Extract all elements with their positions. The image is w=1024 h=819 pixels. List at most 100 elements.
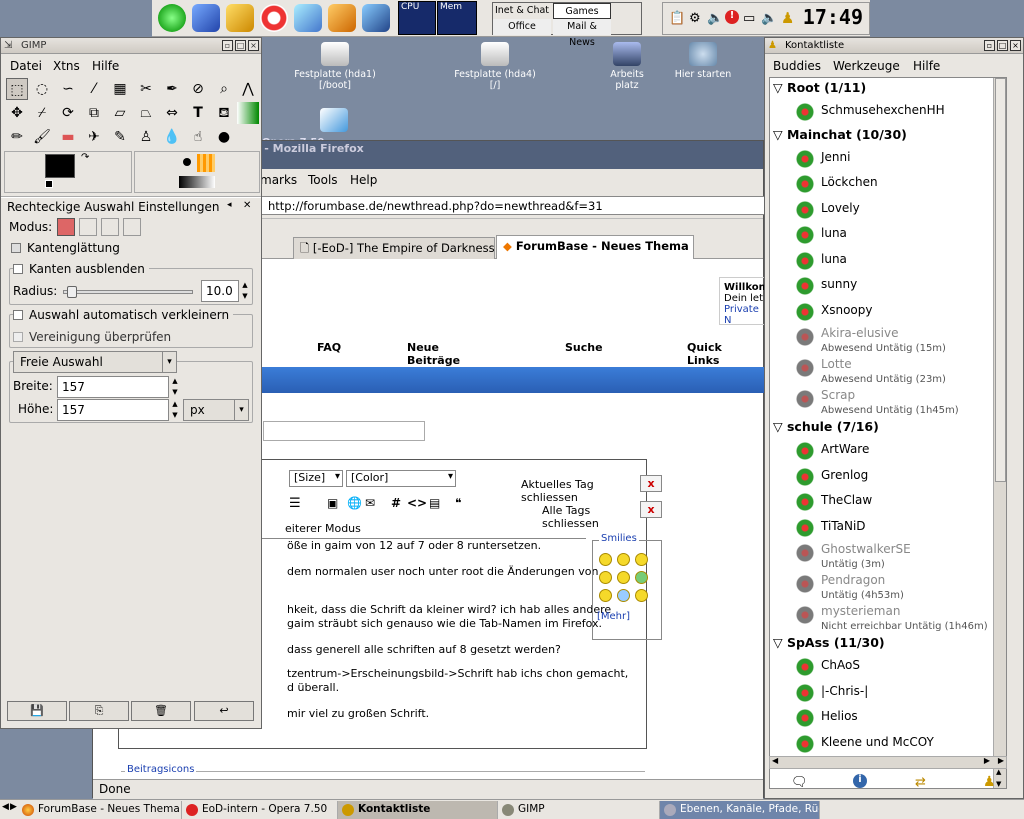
- wink-icon[interactable]: [599, 571, 612, 584]
- shear-icon[interactable]: ▱: [109, 102, 131, 124]
- office-icon[interactable]: [328, 4, 356, 32]
- surprised-icon[interactable]: [599, 589, 612, 602]
- restore-options-button[interactable]: ⎘: [69, 701, 129, 721]
- menu-tools[interactable]: Tools: [308, 173, 338, 187]
- blur-icon[interactable]: 💧: [161, 126, 183, 148]
- magic-wand-icon[interactable]: ⁄: [83, 78, 105, 100]
- paintbrush-icon[interactable]: 🖌: [31, 126, 53, 148]
- gimp-titlebar[interactable]: ⇲ GIMP ▫ □ ×: [1, 38, 261, 54]
- contacts-titlebar[interactable]: ♟ Kontaktliste ▫ □ ×: [765, 38, 1023, 54]
- height-input[interactable]: 157: [57, 399, 169, 421]
- sample-merged-checkbox[interactable]: Vereinigung überprüfen: [13, 330, 171, 344]
- scroll-right-icon[interactable]: ▶: [984, 756, 990, 765]
- scrollbar-thumb[interactable]: [995, 78, 1006, 482]
- maximize-button[interactable]: □: [997, 40, 1008, 51]
- eraser-icon[interactable]: ▬: [57, 126, 79, 148]
- text-icon[interactable]: T: [187, 102, 209, 124]
- flip-icon[interactable]: ⇔: [161, 102, 183, 124]
- lasso-icon[interactable]: ∽: [57, 78, 79, 100]
- dodge-burn-icon[interactable]: ●: [213, 126, 235, 148]
- pager-desk-office[interactable]: Office: [493, 19, 551, 35]
- chat-icon[interactable]: ⇄: [915, 775, 926, 790]
- pattern-icon[interactable]: [197, 154, 215, 172]
- color-picker-icon[interactable]: ⊘: [187, 78, 209, 100]
- save-options-button[interactable]: 💾: [7, 701, 67, 721]
- buddy-group[interactable]: ▽ schule (7/16): [773, 419, 879, 434]
- php-icon[interactable]: ▤: [429, 496, 440, 510]
- display-icon[interactable]: ▭: [743, 11, 755, 26]
- suse-menu-icon[interactable]: [158, 4, 186, 32]
- help-icon[interactable]: [260, 4, 288, 32]
- gaim-tray-icon[interactable]: ♟: [781, 9, 794, 27]
- home-icon[interactable]: [192, 4, 220, 32]
- maximize-button[interactable]: □: [235, 40, 246, 51]
- scroll-left-icon[interactable]: ◀: [772, 756, 778, 765]
- cool-icon[interactable]: [635, 553, 648, 566]
- close-tag-button[interactable]: x: [640, 475, 662, 492]
- menu-help[interactable]: Hilfe: [92, 59, 119, 73]
- alert-icon[interactable]: !: [725, 10, 739, 24]
- menu-buddies[interactable]: Buddies: [773, 59, 821, 73]
- menu-help[interactable]: Help: [350, 173, 377, 187]
- url-input[interactable]: http://forumbase.de/newthread.php?do=new…: [261, 196, 766, 215]
- nav-search[interactable]: Suche: [565, 341, 603, 354]
- more-smilies-link[interactable]: [Mehr]: [597, 611, 630, 622]
- menu-xtns[interactable]: Xtns: [53, 59, 80, 73]
- reset-options-button[interactable]: ↩: [194, 701, 254, 721]
- move-icon[interactable]: ✥: [6, 102, 28, 124]
- close-button[interactable]: ×: [248, 40, 259, 51]
- grin-icon[interactable]: [617, 571, 630, 584]
- private-messages-link[interactable]: Private N: [724, 304, 763, 326]
- link-icon[interactable]: 🌐: [347, 496, 362, 510]
- image-icon[interactable]: ▣: [327, 496, 338, 510]
- perspective-icon[interactable]: ⏢: [135, 102, 157, 124]
- confused-icon[interactable]: [635, 589, 648, 602]
- ellipse-select-icon[interactable]: ◌: [31, 78, 53, 100]
- window-menu-icon[interactable]: ⇲: [4, 38, 12, 54]
- scissors-icon[interactable]: ✂: [135, 78, 157, 100]
- collapse-arrow-icon[interactable]: ▽: [773, 419, 787, 434]
- crop-icon[interactable]: ⌿: [31, 102, 53, 124]
- desktop-icon-hda4[interactable]: Festplatte (hda4) [/]: [450, 42, 540, 91]
- desktop-icon-hda1[interactable]: Festplatte (hda1) [/boot]: [290, 42, 380, 91]
- radius-spinner[interactable]: ▲ ▼: [240, 280, 250, 302]
- task-gimp[interactable]: GIMP: [498, 801, 660, 819]
- email-icon[interactable]: ✉: [365, 496, 375, 510]
- task-contacts[interactable]: Kontaktliste: [338, 801, 498, 819]
- pager-desk-games[interactable]: Games: [553, 3, 611, 19]
- clock[interactable]: 17:49: [803, 5, 863, 29]
- smile-icon[interactable]: [617, 553, 630, 566]
- mode-label[interactable]: eiterer Modus: [285, 522, 361, 535]
- pencil-icon[interactable]: ✏: [6, 126, 28, 148]
- nav-new-posts[interactable]: Neue Beiträge: [407, 341, 460, 367]
- menu-tools[interactable]: Werkzeuge: [833, 59, 900, 73]
- feather-checkbox[interactable]: Kanten ausblenden: [13, 262, 149, 276]
- smile-icon[interactable]: [599, 553, 612, 566]
- mode-add-icon[interactable]: [79, 218, 97, 236]
- close-button[interactable]: ×: [1010, 40, 1021, 51]
- selection-type-select[interactable]: Freie Auswahl ▾: [13, 351, 177, 373]
- pager-desk-inet[interactable]: Inet & Chat: [493, 3, 551, 19]
- browser-icon[interactable]: [294, 4, 322, 32]
- package-icon[interactable]: [226, 4, 254, 32]
- gradient-icon[interactable]: [237, 102, 259, 124]
- clone-icon[interactable]: ♙: [135, 126, 157, 148]
- radius-slider[interactable]: [63, 286, 193, 298]
- slider-handle[interactable]: [67, 286, 77, 298]
- klipper-icon[interactable]: 📋: [669, 11, 685, 26]
- delete-options-button[interactable]: 🗑: [131, 701, 191, 721]
- speaker-icon[interactable]: 🔈: [761, 11, 777, 26]
- rect-select-icon[interactable]: ⬚: [6, 78, 28, 100]
- gradient-preview-icon[interactable]: [179, 176, 215, 188]
- default-colors-icon[interactable]: [45, 180, 53, 188]
- buddy-group[interactable]: ▽ Mainchat (10/30): [773, 127, 907, 142]
- task-opera[interactable]: EoD-intern - Opera 7.50: [182, 801, 338, 819]
- collapse-arrow-icon[interactable]: ▽: [773, 635, 787, 650]
- scroll-down-icon[interactable]: ▼: [996, 780, 1001, 788]
- antialias-checkbox[interactable]: Kantenglättung: [11, 241, 120, 255]
- minimize-button[interactable]: ▫: [984, 40, 995, 51]
- scale-icon[interactable]: ⧉: [83, 102, 105, 124]
- desktop-icon-start[interactable]: Hier starten: [658, 42, 748, 80]
- volume-icon[interactable]: 🔈: [707, 11, 723, 26]
- zoom-icon[interactable]: ⌕: [213, 78, 235, 100]
